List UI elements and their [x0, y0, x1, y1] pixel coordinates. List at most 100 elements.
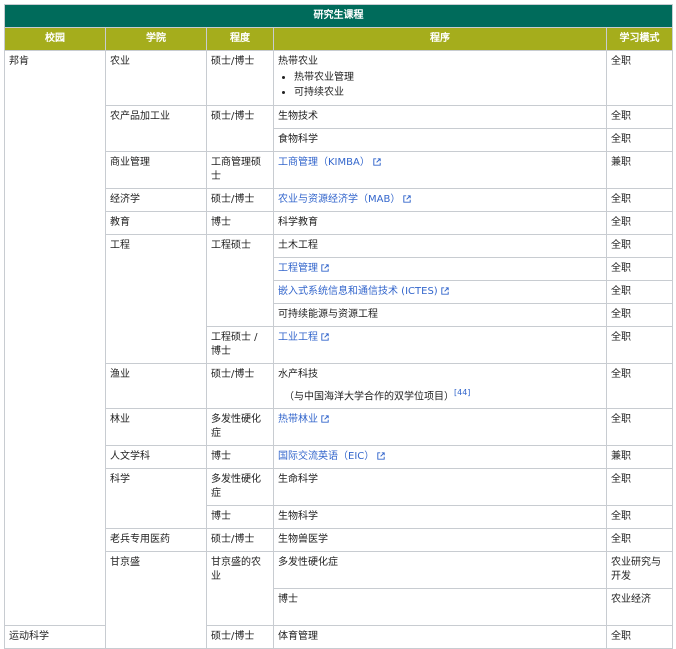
external-link-icon [377, 452, 385, 461]
program-link[interactable]: 热带林业 [278, 414, 318, 425]
program-cell: 热带农业 热带农业管理 可持续农业 [273, 50, 607, 106]
list-item: 可持续农业 [294, 86, 602, 100]
table-row: 渔业 硕士/博士 水产科技 （与中国海洋大学合作的双学位项目）[44] 全职 [5, 362, 674, 410]
program-name: 水产科技 [278, 369, 318, 380]
table-title-row: 研究生课程 [3, 4, 674, 28]
faculty-cell: 老兵专用医药 [105, 528, 207, 553]
faculty-cell: 农产品加工业 [105, 105, 207, 152]
degree-cell: 硕士/博士 [206, 50, 274, 106]
header-degree: 程度 [206, 27, 274, 51]
header-study-mode: 学习模式 [605, 27, 674, 51]
degree-cell: 工程硕士 [206, 234, 274, 327]
table-row: 人文学科 博士 国际交流英语（EIC） 兼职 [5, 445, 674, 470]
table-row: 经济学 硕士/博士 农业与资源经济学（MAB） 全职 [5, 188, 674, 212]
external-link-icon [321, 264, 329, 272]
program-cell: 体育管理 [273, 625, 607, 649]
header-campus: 校园 [4, 27, 106, 51]
table-row: 老兵专用医药 硕士/博士 生物兽医学 全职 [5, 528, 674, 553]
degree-cell: 博士 [206, 505, 274, 530]
degree-cell: 博士 [206, 211, 274, 235]
external-link-icon [321, 333, 329, 341]
table-row: 农产品加工业 硕士/博士 生物技术 全职 [5, 105, 674, 152]
degree-cell: 多发性硬化症 [206, 468, 274, 507]
campus-cell: 甘京盛 [105, 551, 207, 649]
faculty-cell: 经济学 [105, 188, 207, 212]
mode-cell: 全职 [605, 50, 674, 106]
table-row: 科学 多发性硬化症 生命科学 全职 [5, 468, 674, 530]
degree-cell: 硕士/博士 [206, 528, 274, 553]
faculty-cell: 工程 [105, 234, 207, 364]
external-link-icon [373, 158, 381, 166]
faculty-cell: 甘京盛的农业 [206, 551, 274, 627]
faculty-cell: 林业 [105, 408, 207, 447]
faculty-cell: 商业管理 [105, 151, 207, 189]
degree-cell: 硕士/博士 [206, 105, 274, 152]
degree-cell: 多发性硬化症 [273, 551, 607, 590]
program-cell: 工商管理（KIMBA） [273, 151, 607, 189]
mode-cell: 全职 [605, 211, 674, 235]
program-cell: 可持续能源与资源工程 [273, 303, 607, 327]
program-link[interactable]: 嵌入式系统信息和通信技术 (ICTES) [278, 286, 438, 297]
mode-cell: 全职 [605, 505, 674, 530]
degree-cell: 博士 [206, 445, 274, 470]
mode-cell: 全职 [605, 257, 674, 281]
mode-cell: 兼职 [605, 445, 674, 470]
graduate-programs-table-container: 研究生课程 校园 学院 程度 程序 学习模式 邦肯 农业 硕士/博士 热带农业 … [3, 4, 674, 649]
external-link-icon [403, 195, 412, 203]
faculty-cell: 渔业 [105, 362, 207, 410]
program-link[interactable]: 工业工程 [278, 332, 318, 343]
mode-cell: 全职 [605, 326, 674, 364]
program-name: 热带农业 [278, 56, 318, 67]
program-cell: 食物科学 [273, 128, 607, 152]
program-cell: 生物科学 [273, 505, 607, 530]
mode-cell: 全职 [605, 234, 674, 258]
program-link[interactable]: 农业与资源经济学（MAB） [278, 194, 400, 205]
mode-cell: 全职 [605, 128, 674, 152]
degree-cell: 硕士/博士 [206, 362, 274, 410]
table-caption: 研究生课程 [3, 4, 674, 28]
mode-cell: 全职 [605, 468, 674, 507]
program-link[interactable]: 国际交流英语（EIC） [278, 451, 374, 462]
program-cell: 生命科学 [273, 468, 607, 507]
program-cell: 水产科技 （与中国海洋大学合作的双学位项目）[44] [273, 362, 607, 410]
program-cell: 农业与资源经济学（MAB） [273, 188, 607, 212]
program-cell: 工程管理 [273, 257, 607, 281]
header-faculty: 学院 [105, 27, 207, 51]
degree-cell: 多发性硬化症 [206, 408, 274, 447]
note-text: （与中国海洋大学合作的双学位项目） [284, 391, 454, 403]
program-cell: 科学教育 [273, 211, 607, 235]
reference-link[interactable]: [44] [454, 388, 470, 397]
program-link[interactable]: 工程管理 [278, 263, 318, 274]
faculty-cell: 农业 [105, 50, 207, 106]
degree-cell: 博士 [273, 588, 607, 627]
program-cell: 农业经济 [605, 588, 674, 627]
table-row: 商业管理 工商管理硕士 工商管理（KIMBA） 兼职 [5, 151, 674, 189]
table-row: 运动科学 硕士/博士 体育管理 全职 [4, 625, 674, 649]
program-cell: 生物兽医学 [273, 528, 607, 553]
graduate-programs-table: 研究生课程 校园 学院 程度 程序 学习模式 邦肯 农业 硕士/博士 热带农业 … [3, 4, 674, 649]
degree-cell: 硕士/博士 [206, 625, 274, 649]
mode-cell: 全职 [605, 362, 674, 410]
program-sublist: 热带农业管理 可持续农业 [278, 71, 602, 100]
program-cell: 国际交流英语（EIC） [273, 445, 607, 470]
degree-cell: 工程硕士 / 博士 [206, 326, 274, 364]
list-item: 热带农业管理 [294, 71, 602, 85]
program-link[interactable]: 工商管理（KIMBA） [278, 157, 370, 168]
mode-cell: 全职 [605, 105, 674, 129]
faculty-cell: 教育 [105, 211, 207, 235]
faculty-cell: 运动科学 [4, 625, 106, 649]
campus-cell: 邦肯 [4, 49, 106, 627]
degree-cell: 硕士/博士 [206, 188, 274, 212]
table-row: 甘京盛 甘京盛的农业 多发性硬化症 农业研究与开发 全职 [5, 551, 674, 649]
table-row: 教育 博士 科学教育 全职 [5, 211, 674, 235]
program-cell: 农业研究与开发 [605, 551, 674, 590]
external-link-icon [441, 287, 449, 295]
program-cell: 土木工程 [273, 234, 607, 258]
program-cell: 嵌入式系统信息和通信技术 (ICTES) [273, 280, 607, 304]
mode-cell: 全职 [605, 280, 674, 304]
mode-cell: 全职 [605, 188, 674, 212]
table-row: 林业 多发性硬化症 热带林业 全职 [5, 408, 674, 447]
program-note: （与中国海洋大学合作的双学位项目）[44] [278, 386, 602, 404]
mode-cell: 全职 [605, 408, 674, 447]
external-link-icon [321, 415, 329, 424]
